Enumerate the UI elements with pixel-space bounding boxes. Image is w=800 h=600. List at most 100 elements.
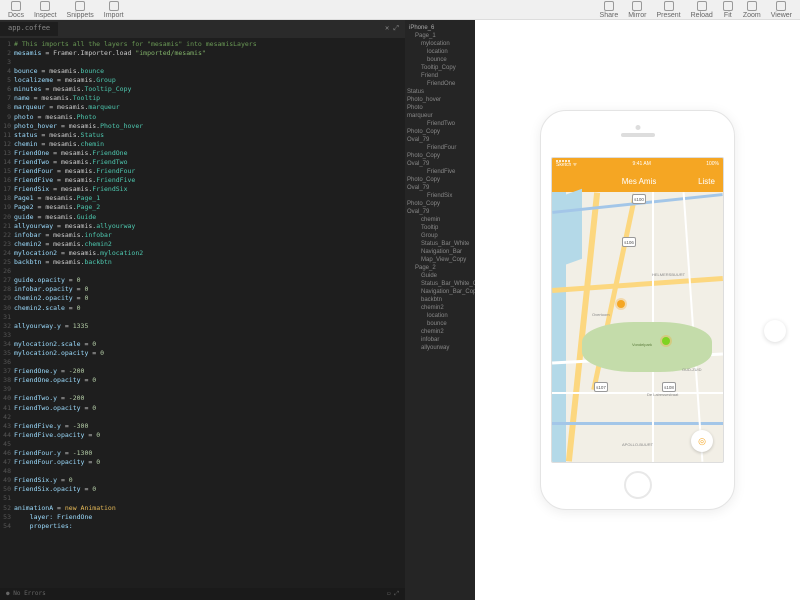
code-line[interactable] <box>14 358 405 367</box>
code-line[interactable]: photo = mesamis.Photo <box>14 113 405 122</box>
layer-item[interactable]: Status_Bar_White_Copy <box>407 280 473 288</box>
toolbar-present[interactable]: Present <box>657 1 681 19</box>
layer-item[interactable]: allyourway <box>407 344 473 352</box>
code-line[interactable]: FriendOne.y = -200 <box>14 367 405 376</box>
layer-item[interactable]: location <box>407 48 473 56</box>
code-line[interactable]: chemin2.opacity = 0 <box>14 294 405 303</box>
layer-item[interactable]: Oval_79 <box>407 208 473 216</box>
code-line[interactable]: bounce = mesamis.bounce <box>14 67 405 76</box>
toolbar-docs[interactable]: Docs <box>8 1 24 19</box>
code-line[interactable]: FriendFive.y = -300 <box>14 422 405 431</box>
code-line[interactable]: Page2 = mesamis.Page_2 <box>14 203 405 212</box>
layer-item[interactable]: backbtn <box>407 296 473 304</box>
code-line[interactable]: photo_hover = mesamis.Photo_hover <box>14 122 405 131</box>
code-line[interactable]: allyourway.y = 1335 <box>14 322 405 331</box>
toolbar-inspect[interactable]: Inspect <box>34 1 57 19</box>
layer-item[interactable]: bounce <box>407 320 473 328</box>
map-view[interactable]: s100 s106 s107 s108 HELMERSBUURT Overtoo… <box>552 192 723 462</box>
code-line[interactable] <box>14 385 405 394</box>
layer-item[interactable]: Tooltip <box>407 224 473 232</box>
layer-item[interactable]: mylocation <box>407 40 473 48</box>
layer-item[interactable]: Page_2 <box>407 264 473 272</box>
layer-item[interactable]: Group <box>407 232 473 240</box>
code-line[interactable]: backbtn = mesamis.backbtn <box>14 258 405 267</box>
code-line[interactable]: mesamis = Framer.Importer.load "imported… <box>14 49 405 58</box>
code-line[interactable]: chemin2.scale = 0 <box>14 304 405 313</box>
code-line[interactable]: status = mesamis.Status <box>14 131 405 140</box>
toolbar-fit[interactable]: Fit <box>723 1 733 19</box>
code-line[interactable]: FriendFour.opacity = 0 <box>14 458 405 467</box>
layer-item[interactable]: Tooltip_Copy <box>407 64 473 72</box>
layer-item[interactable]: FriendSix <box>407 192 473 200</box>
code-line[interactable]: minutes = mesamis.Tooltip_Copy <box>14 85 405 94</box>
layer-item[interactable]: FriendTwo <box>407 120 473 128</box>
layer-item[interactable]: marqueur <box>407 112 473 120</box>
code-line[interactable]: FriendTwo = mesamis.FriendTwo <box>14 158 405 167</box>
location-pin[interactable] <box>617 300 625 308</box>
layer-item[interactable]: infobar <box>407 336 473 344</box>
layer-item[interactable]: Guide <box>407 272 473 280</box>
layer-item[interactable]: chemin2 <box>407 304 473 312</box>
toolbar-mirror[interactable]: Mirror <box>628 1 646 19</box>
code-editor[interactable]: app.coffee ✕ ⤢ 1234567891011121314151617… <box>0 20 405 600</box>
toolbar-snippets[interactable]: Snippets <box>67 1 94 19</box>
layer-item[interactable]: chemin <box>407 216 473 224</box>
code-line[interactable]: allyourway = mesamis.allyourway <box>14 222 405 231</box>
code-line[interactable] <box>14 331 405 340</box>
editor-tab[interactable]: app.coffee <box>0 22 58 36</box>
code-line[interactable]: marqueur = mesamis.marqueur <box>14 103 405 112</box>
code-line[interactable]: FriendTwo.opacity = 0 <box>14 404 405 413</box>
layer-item[interactable]: bounce <box>407 56 473 64</box>
toolbar-share[interactable]: Share <box>600 1 619 19</box>
layer-item[interactable]: Friend <box>407 72 473 80</box>
code-line[interactable]: FriendOne = mesamis.FriendOne <box>14 149 405 158</box>
code-line[interactable]: guide.opacity = 0 <box>14 276 405 285</box>
code-line[interactable] <box>14 58 405 67</box>
code-line[interactable]: infobar = mesamis.infobar <box>14 231 405 240</box>
toolbar-reload[interactable]: Reload <box>691 1 713 19</box>
layer-item[interactable]: Photo_Copy <box>407 176 473 184</box>
code-line[interactable]: properties: <box>14 522 405 531</box>
code-line[interactable]: chemin = mesamis.chemin <box>14 140 405 149</box>
layer-root[interactable]: iPhone_6 <box>407 24 473 32</box>
layer-panel[interactable]: iPhone_6 Page_1mylocationlocationbounceT… <box>405 20 475 600</box>
code-line[interactable]: FriendTwo.y = -200 <box>14 394 405 403</box>
code-line[interactable]: layer: FriendOne <box>14 513 405 522</box>
code-line[interactable]: FriendFour.y = -1300 <box>14 449 405 458</box>
code-line[interactable]: mylocation2 = mesamis.mylocation2 <box>14 249 405 258</box>
layer-item[interactable]: Photo_Copy <box>407 200 473 208</box>
home-button[interactable] <box>624 471 652 499</box>
locate-button[interactable]: ◎ <box>691 430 713 452</box>
code-line[interactable]: infobar.opacity = 0 <box>14 285 405 294</box>
layer-item[interactable]: Navigation_Bar_Copy <box>407 288 473 296</box>
device-screen[interactable]: Sketch ᯤ 9:41 AM 100% Mes Amis Liste <box>551 157 724 463</box>
layer-item[interactable]: FriendOne <box>407 80 473 88</box>
layer-item[interactable]: Photo_hover <box>407 96 473 104</box>
code-line[interactable] <box>14 467 405 476</box>
layer-item[interactable]: Page_1 <box>407 32 473 40</box>
code-line[interactable]: guide = mesamis.Guide <box>14 213 405 222</box>
layer-item[interactable]: Oval_79 <box>407 184 473 192</box>
code-line[interactable] <box>14 313 405 322</box>
layer-item[interactable]: Status_Bar_White <box>407 240 473 248</box>
code-line[interactable]: animationA = new Animation <box>14 504 405 513</box>
code-line[interactable]: FriendOne.opacity = 0 <box>14 376 405 385</box>
toolbar-viewer[interactable]: Viewer <box>771 1 792 19</box>
code-line[interactable]: mylocation2.opacity = 0 <box>14 349 405 358</box>
layer-item[interactable]: chemin2 <box>407 328 473 336</box>
toolbar-zoom[interactable]: Zoom <box>743 1 761 19</box>
code-line[interactable]: FriendFive = mesamis.FriendFive <box>14 176 405 185</box>
layer-item[interactable]: Status <box>407 88 473 96</box>
code-line[interactable]: mylocation2.scale = 0 <box>14 340 405 349</box>
code-line[interactable] <box>14 267 405 276</box>
code-line[interactable] <box>14 494 405 503</box>
layer-item[interactable]: Navigation_Bar <box>407 248 473 256</box>
code-line[interactable]: Page1 = mesamis.Page_1 <box>14 194 405 203</box>
code-line[interactable] <box>14 440 405 449</box>
code-line[interactable]: chemin2 = mesamis.chemin2 <box>14 240 405 249</box>
code-line[interactable]: FriendSix = mesamis.FriendSix <box>14 185 405 194</box>
toolbar-import[interactable]: Import <box>104 1 124 19</box>
code-line[interactable]: FriendSix.opacity = 0 <box>14 485 405 494</box>
code-line[interactable]: # This imports all the layers for "mesam… <box>14 40 405 49</box>
code-line[interactable]: FriendFour = mesamis.FriendFour <box>14 167 405 176</box>
